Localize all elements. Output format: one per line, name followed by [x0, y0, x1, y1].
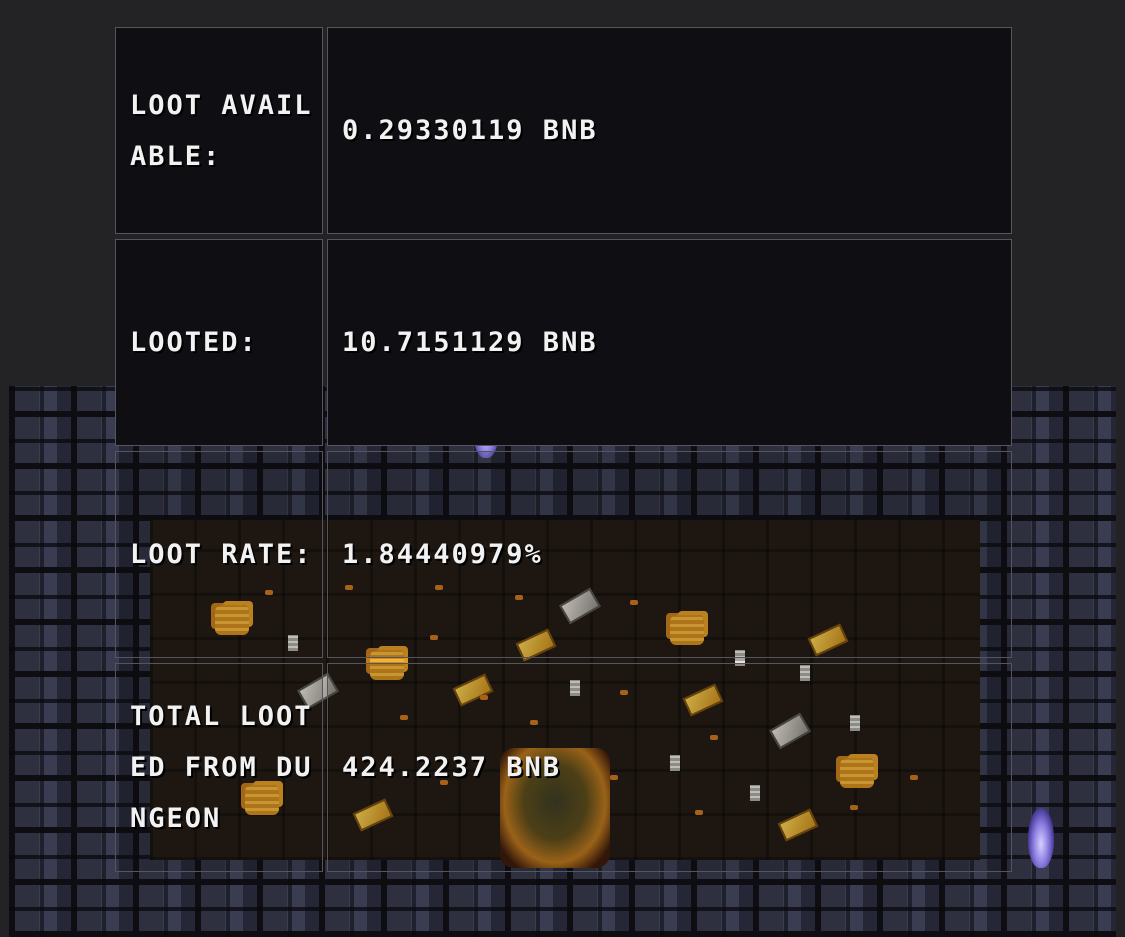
- loot-rate-label-cell: LOOT RATE:: [115, 451, 323, 658]
- looted-label: LOOTED:: [130, 327, 258, 358]
- loot-available-value: 0.29330119 BNB: [342, 115, 598, 146]
- loot-available-label-cell: LOOT AVAILABLE:: [115, 27, 323, 234]
- loot-rate-value-cell: 1.84440979%: [327, 451, 1012, 658]
- total-looted-value: 424.2237 BNB: [342, 752, 562, 783]
- loot-available-row: LOOT AVAILABLE: 0.29330119 BNB: [115, 27, 1012, 234]
- total-looted-label: TOTAL LOOTED FROM DUNGEON: [130, 701, 313, 834]
- looted-value-cell: 10.7151129 BNB: [327, 239, 1012, 446]
- total-looted-label-cell: TOTAL LOOTED FROM DUNGEON: [115, 663, 323, 872]
- total-looted-row: TOTAL LOOTED FROM DUNGEON 424.2237 BNB: [115, 663, 1012, 872]
- total-looted-value-cell: 424.2237 BNB: [327, 663, 1012, 872]
- loot-dashboard: LOOT AVAILABLE: 0.29330119 BNB LOOTED: 1…: [0, 0, 1125, 937]
- loot-rate-label: LOOT RATE:: [130, 539, 313, 570]
- torch-icon: [1028, 808, 1054, 868]
- looted-value: 10.7151129 BNB: [342, 327, 598, 358]
- loot-rate-row: LOOT RATE: 1.84440979%: [115, 451, 1012, 658]
- loot-available-label: LOOT AVAILABLE:: [130, 89, 313, 172]
- looted-label-cell: LOOTED:: [115, 239, 323, 446]
- loot-available-value-cell: 0.29330119 BNB: [327, 27, 1012, 234]
- loot-rate-value: 1.84440979%: [342, 539, 543, 570]
- looted-row: LOOTED: 10.7151129 BNB: [115, 239, 1012, 446]
